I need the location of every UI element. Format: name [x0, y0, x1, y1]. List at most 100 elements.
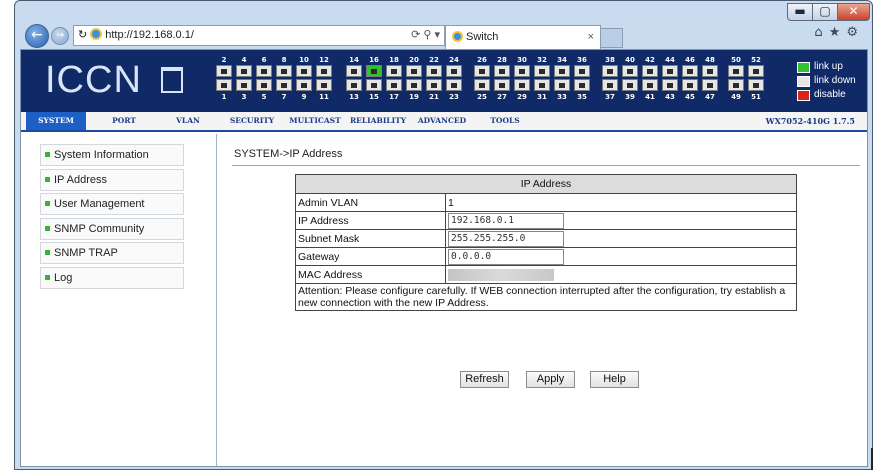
port-number-label: 11: [319, 93, 329, 101]
switch-banner: ICCN 2 4 6 8 10 12 1 3 5 7 9 11 14 16 18 20 22 24 13 15 17 19…: [21, 50, 867, 112]
port-14-icon[interactable]: [346, 65, 362, 77]
gateway-input[interactable]: 0.0.0.0: [448, 248, 564, 265]
menu-system[interactable]: SYSTEM: [26, 112, 86, 130]
sidebar-item-log[interactable]: Log: [40, 267, 184, 289]
port-21-icon[interactable]: [426, 79, 442, 91]
port-24-icon[interactable]: [446, 65, 462, 77]
port-number-label: 37: [605, 93, 615, 101]
sidebar-item-snmp-trap[interactable]: SNMP TRAP: [40, 242, 184, 264]
port-40-icon[interactable]: [622, 65, 638, 77]
port-number-label: 23: [449, 93, 459, 101]
port-46-icon[interactable]: [682, 65, 698, 77]
new-tab-button[interactable]: [601, 28, 623, 48]
port-42-icon[interactable]: [642, 65, 658, 77]
port-35-icon[interactable]: [574, 79, 590, 91]
legend-item: link up: [797, 60, 856, 74]
port-17-icon[interactable]: [386, 79, 402, 91]
port-28-icon[interactable]: [494, 65, 510, 77]
port-51-icon[interactable]: [748, 79, 764, 91]
port-50-icon[interactable]: [728, 65, 744, 77]
port-16-icon[interactable]: [366, 65, 382, 77]
menu-security[interactable]: SECURITY: [221, 112, 283, 130]
refresh-button[interactable]: Refresh: [460, 371, 509, 388]
minimize-button[interactable]: ▬: [787, 3, 813, 21]
search-icon[interactable]: ⟳ ⚲ ▾: [411, 26, 440, 45]
apply-button[interactable]: Apply: [526, 371, 575, 388]
tab-close-icon[interactable]: ×: [588, 26, 594, 48]
port-number-label: 42: [645, 56, 655, 64]
port-30-icon[interactable]: [514, 65, 530, 77]
back-button[interactable]: ←: [25, 24, 49, 48]
port-52-icon[interactable]: [748, 65, 764, 77]
refresh-icon[interactable]: ↻: [78, 29, 87, 41]
menu-port[interactable]: PORT: [93, 112, 155, 130]
page-viewport: ICCN 2 4 6 8 10 12 1 3 5 7 9 11 14 16 18 20 22 24 13 15 17 19…: [20, 49, 868, 467]
port-48-icon[interactable]: [702, 65, 718, 77]
port-20-icon[interactable]: [406, 65, 422, 77]
port-49-icon[interactable]: [728, 79, 744, 91]
port-41-icon[interactable]: [642, 79, 658, 91]
port-1-icon[interactable]: [216, 79, 232, 91]
port-19-icon[interactable]: [406, 79, 422, 91]
menu-advanced[interactable]: ADVANCED: [411, 112, 473, 130]
home-icon[interactable]: ⌂: [814, 25, 828, 40]
breadcrumb: SYSTEM->IP Address: [234, 148, 343, 160]
maximize-button[interactable]: ▢: [812, 3, 838, 21]
port-27-icon[interactable]: [494, 79, 510, 91]
port-34-icon[interactable]: [554, 65, 570, 77]
sidebar-item-ip-address[interactable]: IP Address: [40, 169, 184, 191]
port-18-icon[interactable]: [386, 65, 402, 77]
ip-address-input[interactable]: 192.168.0.1: [448, 212, 564, 229]
port-3-icon[interactable]: [236, 79, 252, 91]
port-10-icon[interactable]: [296, 65, 312, 77]
port-33-icon[interactable]: [554, 79, 570, 91]
port-9-icon[interactable]: [296, 79, 312, 91]
port-8-icon[interactable]: [276, 65, 292, 77]
close-window-button[interactable]: ✕: [837, 3, 870, 21]
port-number-label: 8: [281, 56, 287, 64]
port-4-icon[interactable]: [236, 65, 252, 77]
port-39-icon[interactable]: [622, 79, 638, 91]
port-37-icon[interactable]: [602, 79, 618, 91]
menu-vlan[interactable]: VLAN: [157, 112, 219, 130]
resize-grip[interactable]: [871, 448, 873, 470]
subnet-mask-input[interactable]: 255.255.255.0: [448, 230, 564, 247]
port-45-icon[interactable]: [682, 79, 698, 91]
port-13-icon[interactable]: [346, 79, 362, 91]
sidebar-item-label: IP Address: [54, 174, 107, 186]
sidebar-item-system-information[interactable]: System Information: [40, 144, 184, 166]
port-number-label: 9: [301, 93, 307, 101]
port-32-icon[interactable]: [534, 65, 550, 77]
menu-reliability[interactable]: RELIABILITY: [347, 112, 409, 130]
sidebar-item-user-management[interactable]: User Management: [40, 193, 184, 215]
browser-tab[interactable]: Switch ×: [445, 25, 601, 49]
forward-button[interactable]: →: [51, 27, 69, 45]
port-15-icon[interactable]: [366, 79, 382, 91]
port-2-icon[interactable]: [216, 65, 232, 77]
address-bar[interactable]: ↻ http://192.168.0.1/ ⟳ ⚲ ▾: [73, 25, 445, 46]
port-5-icon[interactable]: [256, 79, 272, 91]
port-47-icon[interactable]: [702, 79, 718, 91]
help-button[interactable]: Help: [590, 371, 639, 388]
port-22-icon[interactable]: [426, 65, 442, 77]
port-number-label: 13: [349, 93, 359, 101]
port-11-icon[interactable]: [316, 79, 332, 91]
menu-tools[interactable]: TOOLS: [474, 112, 536, 130]
port-26-icon[interactable]: [474, 65, 490, 77]
sidebar-item-snmp-community[interactable]: SNMP Community: [40, 218, 184, 240]
port-25-icon[interactable]: [474, 79, 490, 91]
port-36-icon[interactable]: [574, 65, 590, 77]
port-6-icon[interactable]: [256, 65, 272, 77]
star-icon[interactable]: ★: [829, 25, 847, 40]
port-44-icon[interactable]: [662, 65, 678, 77]
port-38-icon[interactable]: [602, 65, 618, 77]
port-29-icon[interactable]: [514, 79, 530, 91]
port-31-icon[interactable]: [534, 79, 550, 91]
menu-multicast[interactable]: MULTICAST: [284, 112, 346, 130]
port-23-icon[interactable]: [446, 79, 462, 91]
port-7-icon[interactable]: [276, 79, 292, 91]
port-43-icon[interactable]: [662, 79, 678, 91]
gear-icon[interactable]: ⚙: [846, 25, 864, 40]
sidebar-item-label: User Management: [54, 198, 145, 210]
port-12-icon[interactable]: [316, 65, 332, 77]
